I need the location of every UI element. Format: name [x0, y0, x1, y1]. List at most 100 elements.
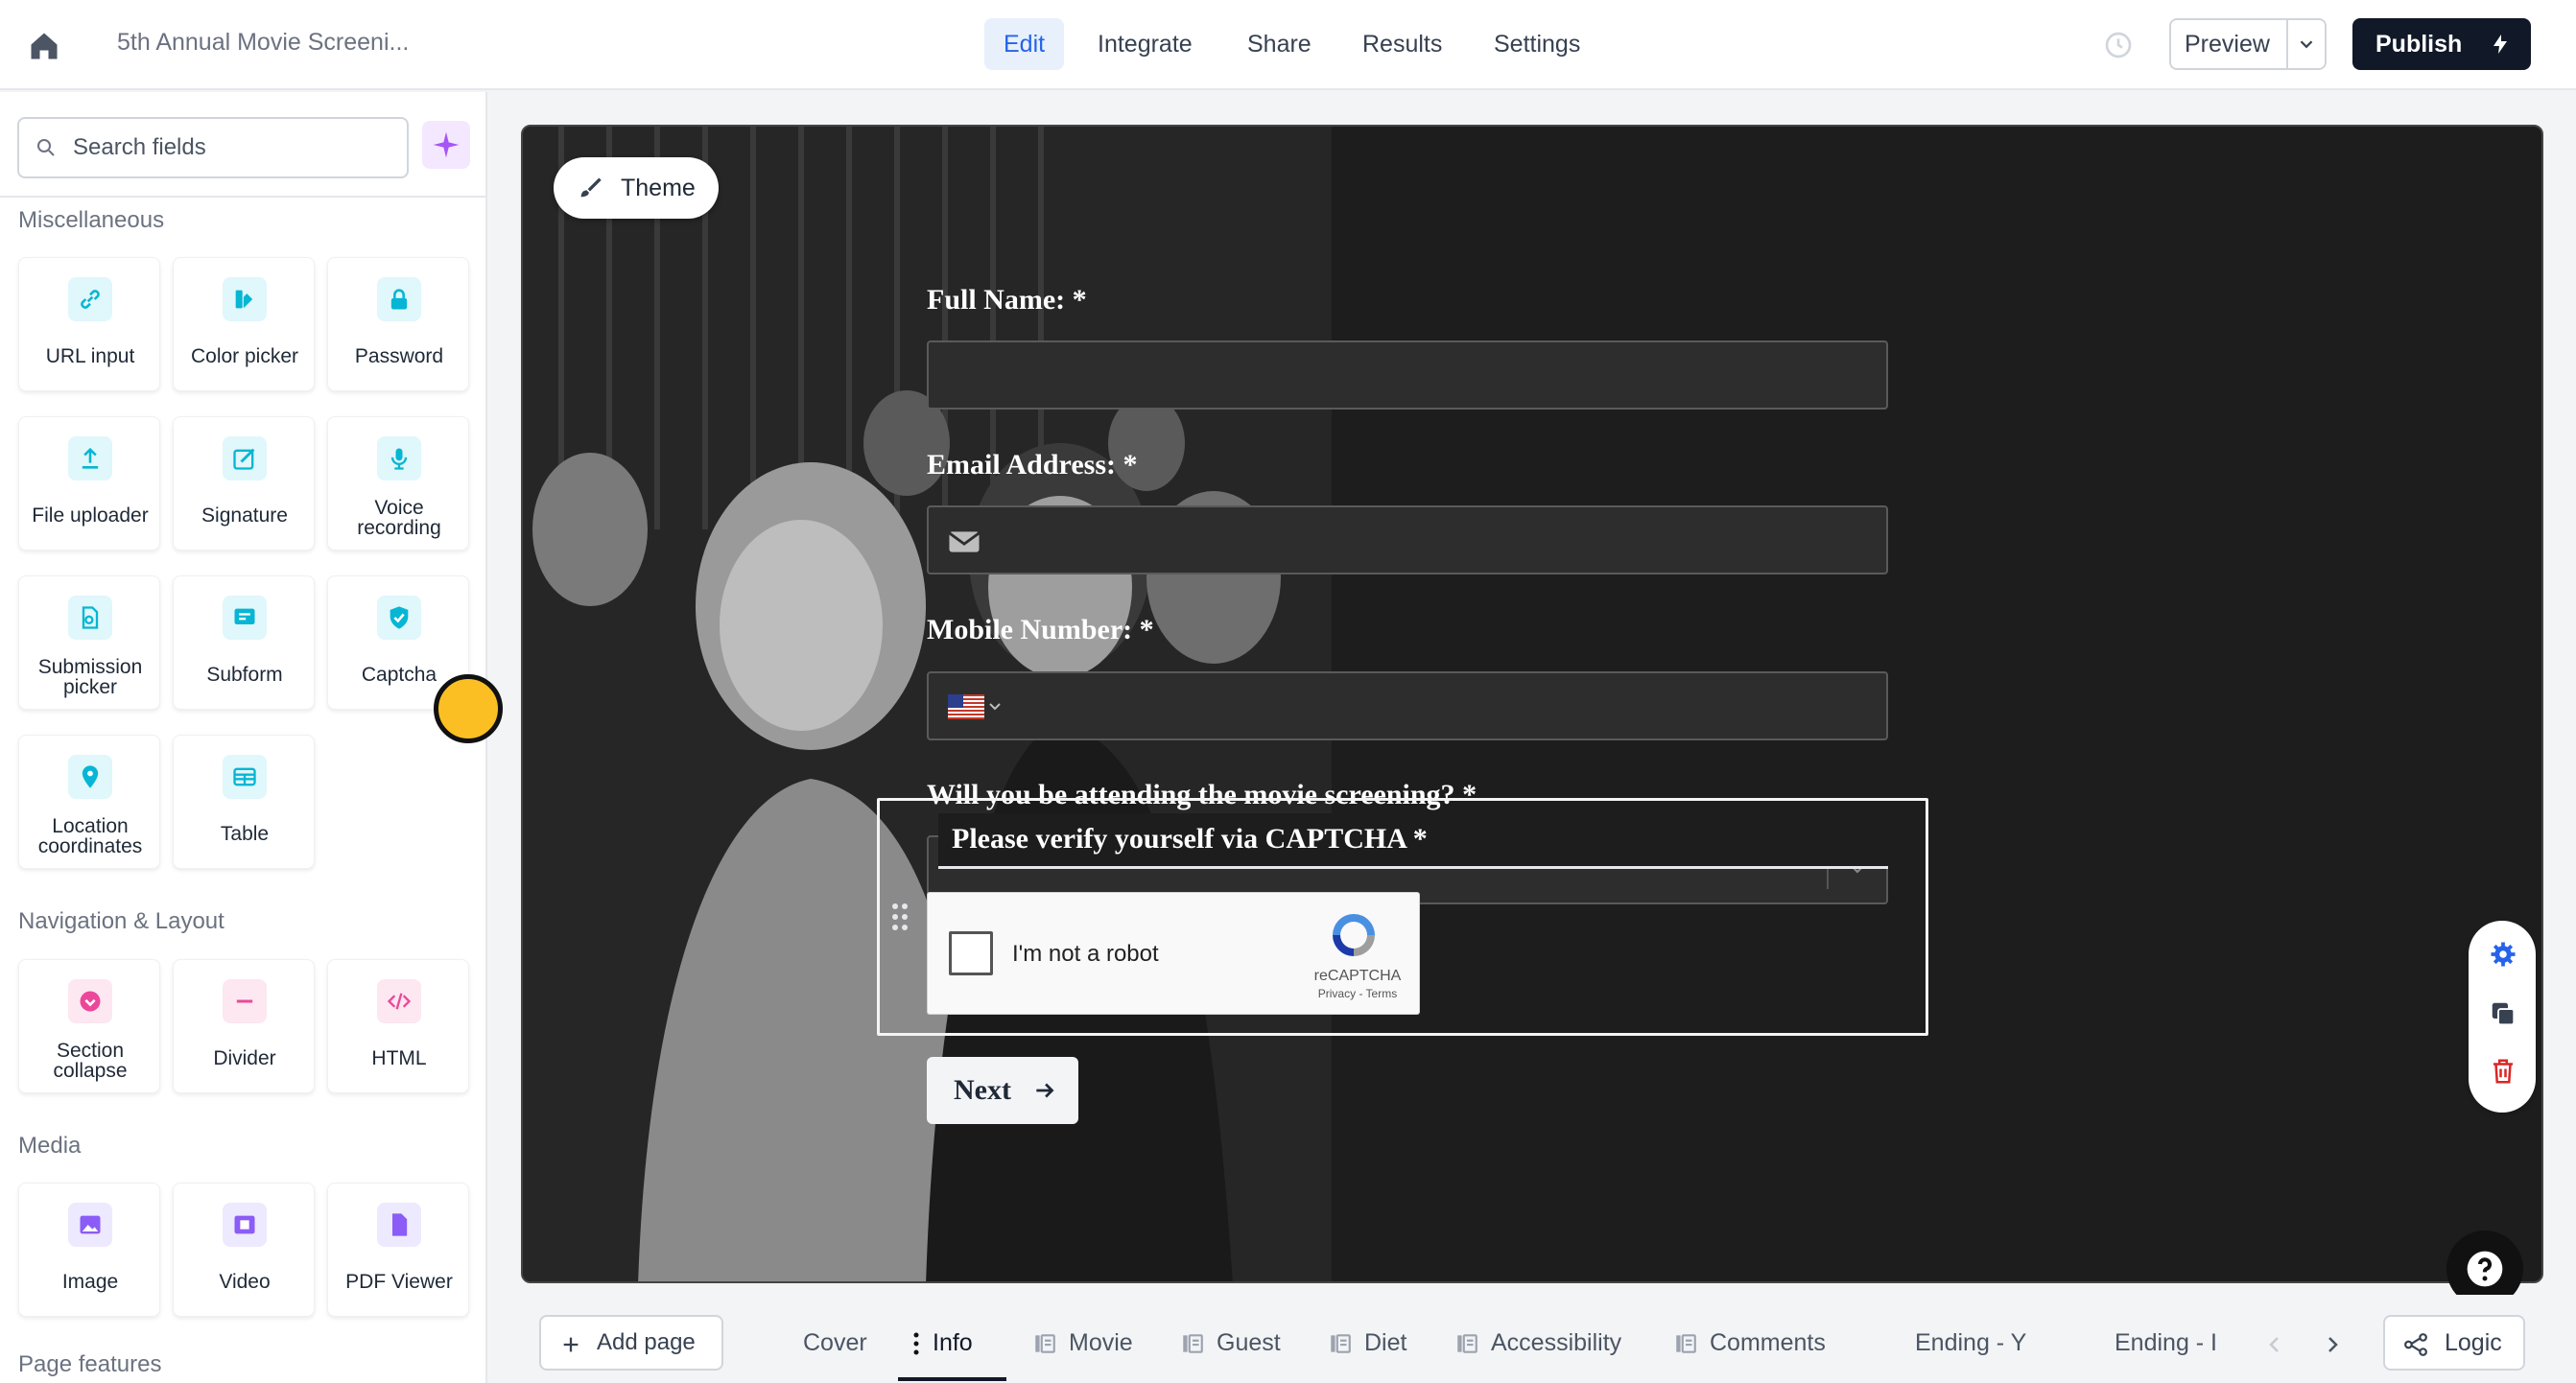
- theme-button[interactable]: Theme: [554, 157, 719, 219]
- tab-settings[interactable]: Settings: [1475, 18, 1599, 70]
- page-tab-ending-y[interactable]: Ending - Y: [1915, 1324, 2026, 1362]
- page-form-icon: [1676, 1334, 1696, 1354]
- tab-results[interactable]: Results: [1343, 18, 1461, 70]
- ai-sparkle-button[interactable]: [422, 121, 470, 169]
- recaptcha-widget: I'm not a robot reCAPTCHA Privacy - Term…: [927, 892, 1420, 1015]
- tile-label: Submission picker: [37, 656, 143, 698]
- chevron-left-icon[interactable]: [2263, 1332, 2286, 1357]
- field-tile-table[interactable]: Table: [173, 735, 315, 869]
- next-button[interactable]: Next: [927, 1057, 1078, 1124]
- video-icon: [223, 1203, 267, 1247]
- section-title-page-features: Page features: [18, 1351, 162, 1377]
- tile-label: Voice recording: [357, 497, 441, 539]
- chevron-down-icon[interactable]: [2296, 34, 2317, 55]
- add-page-button[interactable]: Add page: [539, 1315, 723, 1371]
- image-icon: [68, 1203, 112, 1247]
- page-form-icon: [1457, 1334, 1477, 1354]
- field-tile-pdf-viewer[interactable]: PDF Viewer: [327, 1183, 469, 1317]
- tab-share[interactable]: Share: [1228, 18, 1331, 70]
- search-field-box[interactable]: [17, 117, 409, 178]
- preview-separator: [2286, 20, 2288, 68]
- page-tab-comments[interactable]: Comments: [1673, 1324, 1826, 1362]
- signature-icon: [223, 436, 267, 481]
- shield-check-icon: [377, 596, 421, 640]
- us-flag-icon[interactable]: [948, 694, 984, 719]
- recaptcha-checkbox[interactable]: [949, 931, 993, 975]
- tile-label: Section collapse: [53, 1040, 128, 1082]
- page-tab-accessibility[interactable]: Accessibility: [1454, 1324, 1621, 1362]
- mobile-label: Mobile Number: *: [927, 614, 1154, 645]
- chevron-right-icon[interactable]: [2321, 1332, 2344, 1357]
- history-icon[interactable]: [2103, 30, 2134, 60]
- recaptcha-logo-icon: [1325, 908, 1383, 962]
- tile-label: HTML: [371, 1047, 427, 1069]
- paintbrush-icon: [580, 177, 602, 198]
- tile-label: URL input: [45, 345, 135, 367]
- tile-label: PDF Viewer: [345, 1271, 453, 1293]
- field-tile-submission-picker[interactable]: Submission picker: [18, 575, 160, 710]
- logic-label: Logic: [2445, 1329, 2502, 1356]
- page-form-icon: [1331, 1334, 1351, 1354]
- field-tile-file-uploader[interactable]: File uploader: [18, 416, 160, 551]
- form-title[interactable]: 5th Annual Movie Screeni...: [117, 29, 409, 57]
- full-name-input[interactable]: [927, 340, 1888, 410]
- top-bar: 5th Annual Movie Screeni... Edit Integra…: [0, 0, 2576, 90]
- trash-icon[interactable]: [2489, 1057, 2517, 1086]
- field-tile-url-input[interactable]: URL input: [18, 257, 160, 391]
- field-tile-html[interactable]: HTML: [327, 959, 469, 1093]
- recaptcha-terms[interactable]: Privacy - Terms: [1300, 987, 1415, 1000]
- field-tile-subform[interactable]: Subform: [173, 575, 315, 710]
- more-vertical-icon[interactable]: [911, 1331, 921, 1356]
- share-nodes-icon: [2404, 1333, 2427, 1356]
- pdf-icon: [377, 1203, 421, 1247]
- section-title-navigation-layout: Navigation & Layout: [18, 908, 225, 934]
- full-name-label: Full Name: *: [927, 284, 1087, 316]
- tile-label: Signature: [201, 504, 288, 527]
- field-tile-location-coordinates[interactable]: Location coordinates: [18, 735, 160, 869]
- upload-icon: [68, 436, 112, 481]
- color-picker-icon: [223, 277, 267, 321]
- page-tab-ending-n[interactable]: Ending - I: [2115, 1324, 2228, 1362]
- arrow-right-icon: [1036, 1083, 1054, 1098]
- field-tile-password[interactable]: Password: [327, 257, 469, 391]
- tab-edit[interactable]: Edit: [984, 18, 1065, 70]
- field-tile-voice-recording[interactable]: Voice recording: [327, 416, 469, 551]
- chevron-down-icon[interactable]: [988, 702, 1002, 712]
- drag-handle-icon[interactable]: [890, 902, 910, 932]
- page-tab-guest[interactable]: Guest: [1180, 1324, 1281, 1362]
- gear-icon[interactable]: [2489, 940, 2517, 969]
- recaptcha-label: I'm not a robot: [1012, 941, 1159, 967]
- mobile-input[interactable]: [927, 671, 1888, 740]
- field-tile-section-collapse[interactable]: Section collapse: [18, 959, 160, 1093]
- preview-button[interactable]: Preview: [2169, 18, 2327, 70]
- field-tile-signature[interactable]: Signature: [173, 416, 315, 551]
- field-tile-image[interactable]: Image: [18, 1183, 160, 1317]
- page-tab-movie[interactable]: Movie: [1032, 1324, 1133, 1362]
- field-tile-video[interactable]: Video: [173, 1183, 315, 1317]
- active-page-indicator: [898, 1377, 1006, 1381]
- sidebar-divider: [0, 196, 485, 198]
- location-pin-icon: [68, 755, 112, 799]
- section-title-media: Media: [18, 1133, 82, 1159]
- search-input[interactable]: [73, 129, 390, 167]
- lightning-icon: [2489, 32, 2512, 57]
- captcha-title[interactable]: Please verify yourself via CAPTCHA *: [938, 813, 1888, 869]
- question-icon: [2467, 1251, 2503, 1287]
- microphone-icon: [377, 436, 421, 481]
- logic-button[interactable]: Logic: [2383, 1315, 2525, 1371]
- tile-label: Image: [61, 1271, 119, 1293]
- publish-button[interactable]: Publish: [2352, 18, 2531, 70]
- sparkle-icon: [433, 131, 460, 158]
- subform-icon: [223, 596, 267, 640]
- add-page-label: Add page: [597, 1329, 696, 1355]
- page-tab-cover[interactable]: Cover: [803, 1324, 867, 1362]
- tile-label: File uploader: [32, 504, 149, 527]
- home-icon[interactable]: [27, 29, 61, 63]
- page-tab-diet[interactable]: Diet: [1328, 1324, 1406, 1362]
- tab-integrate[interactable]: Integrate: [1078, 18, 1212, 70]
- email-input[interactable]: [927, 505, 1888, 574]
- page-tab-info[interactable]: Info: [911, 1324, 973, 1362]
- field-tile-color-picker[interactable]: Color picker: [173, 257, 315, 391]
- duplicate-icon[interactable]: [2489, 999, 2517, 1028]
- field-tile-divider[interactable]: Divider: [173, 959, 315, 1093]
